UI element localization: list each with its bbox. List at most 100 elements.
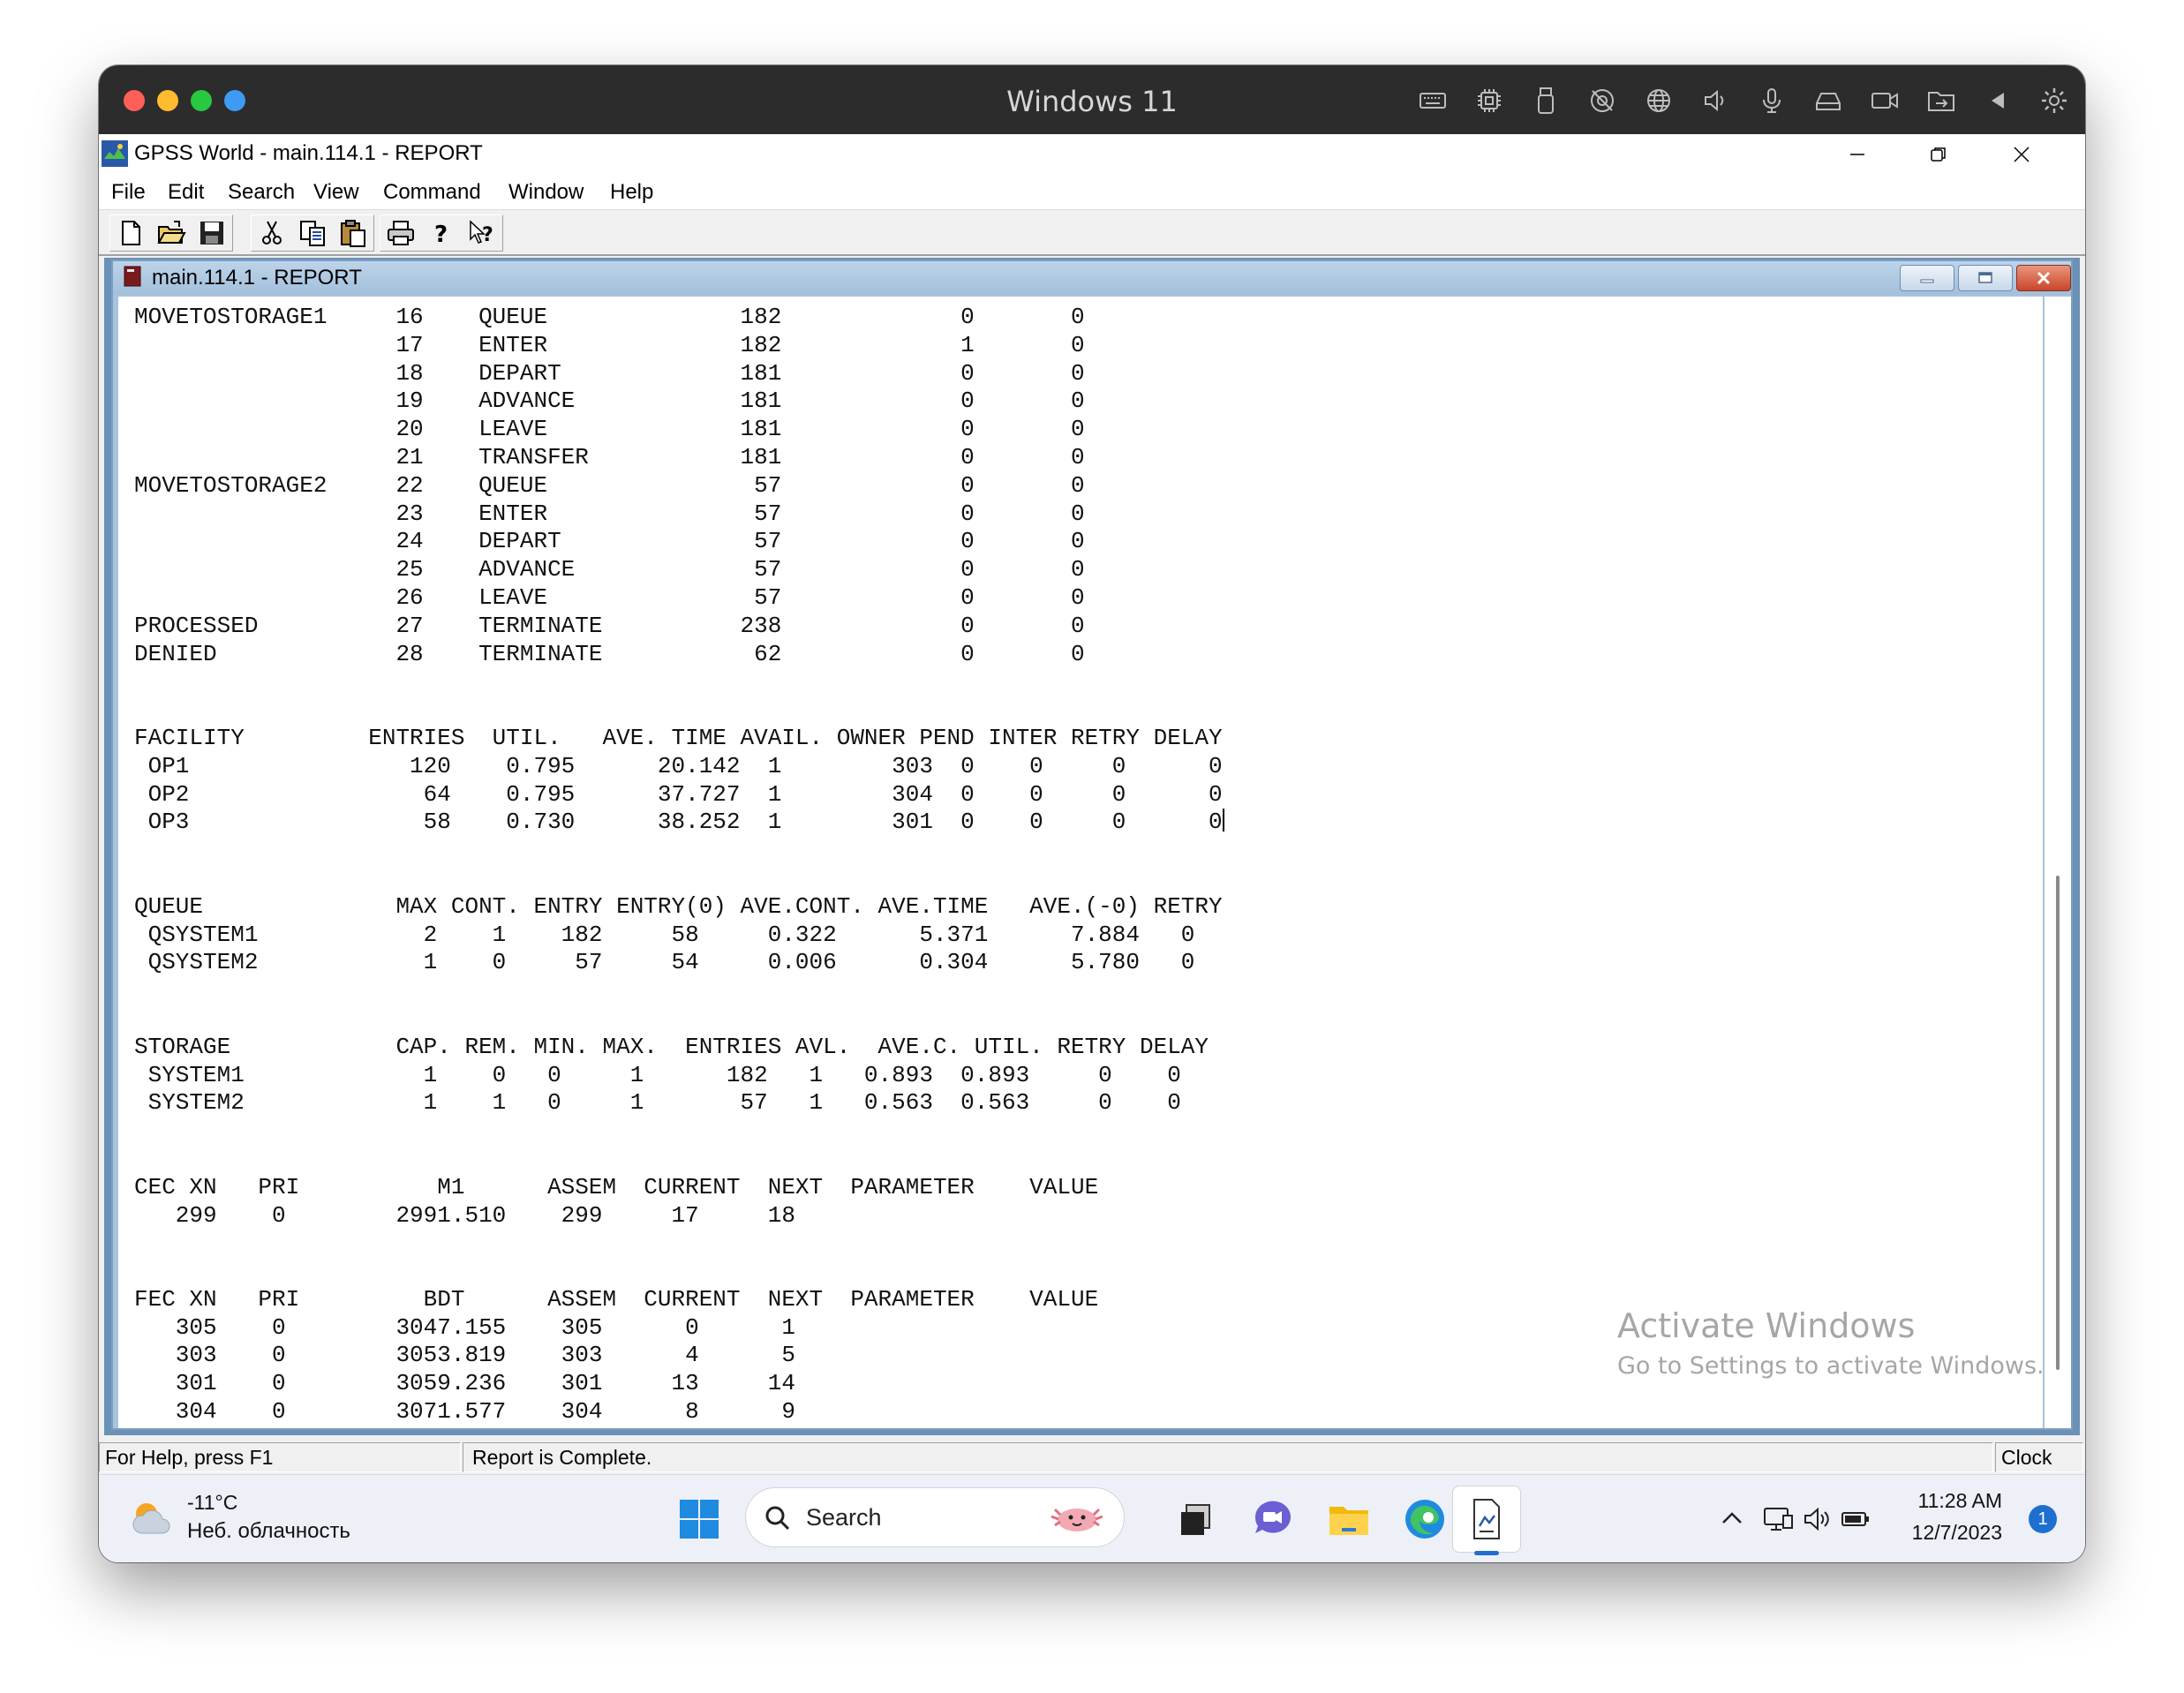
search-icon	[765, 1506, 790, 1531]
menu-window[interactable]: Window	[508, 180, 584, 205]
save-button[interactable]	[192, 215, 232, 251]
task-view-icon	[1181, 1504, 1210, 1535]
edge-browser-button[interactable]	[1400, 1494, 1450, 1544]
cut-button[interactable]	[252, 215, 292, 251]
cut-icon	[262, 221, 282, 245]
minimize-icon	[1920, 279, 1934, 283]
context-help-button[interactable]: ?	[462, 215, 502, 251]
report-text-area[interactable]: MOVETOSTORAGE1 16 QUEUE 182 0 0 17 ENTER…	[118, 297, 2043, 1428]
menu-command[interactable]: Command	[383, 180, 481, 205]
paste-button[interactable]	[333, 215, 373, 251]
teams-chat-icon	[1254, 1501, 1291, 1533]
network-icon[interactable]	[1762, 1503, 1794, 1535]
settings-gear-icon[interactable]	[2039, 86, 2069, 116]
svg-text:?: ?	[434, 222, 448, 248]
taskbar-clock-date[interactable]: 12/7/2023	[1912, 1521, 2002, 1545]
toolbar: ? ?	[99, 210, 2085, 256]
gpss-app-window: GPSS World - main.114.1 - REPORT File Ed…	[99, 134, 2085, 1562]
new-icon	[122, 221, 140, 245]
vm-titlebar: Windows 11	[99, 65, 2085, 134]
volume-icon[interactable]	[1801, 1503, 1833, 1535]
weather-description[interactable]: Неб. облачность	[187, 1519, 350, 1544]
taskbar-clock-time[interactable]: 11:28 AM	[1918, 1489, 2002, 1513]
back-arrow-icon[interactable]	[1983, 86, 2013, 116]
menu-help[interactable]: Help	[610, 180, 653, 205]
mdi-client: main.114.1 - REPORT MOVETOSTORAGE1 16 QU…	[104, 258, 2080, 1435]
help-button[interactable]: ?	[421, 215, 462, 251]
child-minimize-button[interactable]	[1900, 265, 1954, 291]
svg-text:?: ?	[482, 224, 493, 246]
video-icon[interactable]	[1870, 86, 1900, 116]
task-view-button[interactable]	[1172, 1494, 1222, 1544]
minimize-button[interactable]	[1817, 134, 1898, 175]
weather-temperature[interactable]: -11°C	[187, 1491, 237, 1515]
teams-chat-button[interactable]	[1248, 1494, 1298, 1544]
app-title: GPSS World - main.114.1 - REPORT	[134, 141, 483, 165]
taskbar: -11°C Неб. облачность Search 11:28 AM 12…	[99, 1474, 2085, 1562]
microphone-icon[interactable]	[1757, 86, 1787, 116]
cpu-icon[interactable]	[1474, 86, 1504, 116]
scrollbar-thumb[interactable]	[2056, 876, 2060, 1370]
menu-view[interactable]: View	[313, 180, 359, 205]
close-icon	[2014, 147, 2030, 162]
weather-cloudy-icon[interactable]	[129, 1496, 177, 1540]
activation-watermark: Activate Windows Go to Settings to activ…	[1617, 1306, 2045, 1380]
file-explorer-button[interactable]	[1324, 1494, 1374, 1544]
restore-icon	[1931, 147, 1946, 162]
app-titlebar: GPSS World - main.114.1 - REPORT	[99, 134, 2085, 175]
context-help-icon: ?	[470, 220, 493, 246]
taskbar-search-box[interactable]: Search	[745, 1487, 1125, 1547]
battery-icon[interactable]	[1840, 1503, 1871, 1535]
active-app-indicator	[1474, 1551, 1499, 1555]
report-child-titlebar: main.114.1 - REPORT	[113, 261, 2071, 295]
child-close-button[interactable]	[2016, 265, 2071, 291]
report-doc-icon	[124, 266, 141, 287]
new-button[interactable]	[110, 215, 151, 251]
menu-search[interactable]: Search	[228, 180, 295, 205]
speaker-icon[interactable]	[1700, 86, 1730, 116]
copy-button[interactable]	[292, 215, 333, 251]
status-message: Report is Complete.	[463, 1442, 1993, 1472]
watermark-subtitle: Go to Settings to activate Windows.	[1617, 1352, 2045, 1380]
restore-button[interactable]	[1898, 134, 1979, 175]
open-button[interactable]	[151, 215, 192, 251]
folder-share-icon[interactable]	[1926, 86, 1956, 116]
vm-window: Windows 11 GPSS World - main.114.1 - REP…	[99, 65, 2085, 1562]
axolotl-doodle-icon	[1051, 1508, 1103, 1531]
menubar: File Edit Search View Command Window Hel…	[99, 175, 2085, 210]
status-clock: Clock	[1995, 1442, 2083, 1472]
vm-toolbar	[1418, 85, 2069, 117]
text-caret	[1222, 809, 1224, 832]
edge-icon	[1405, 1500, 1444, 1539]
print-button[interactable]	[380, 215, 421, 251]
windows-start-icon[interactable]	[678, 1498, 720, 1540]
child-maximize-button[interactable]	[1958, 265, 2013, 291]
keyboard-icon[interactable]	[1418, 86, 1448, 116]
report-child-title: main.114.1 - REPORT	[152, 266, 362, 290]
open-icon	[157, 221, 186, 244]
save-icon	[200, 222, 223, 245]
minimize-icon	[1850, 154, 1864, 155]
tray-overflow-chevron-icon[interactable]	[1716, 1503, 1748, 1535]
menu-file[interactable]: File	[111, 180, 146, 205]
status-help: For Help, press F1	[99, 1442, 461, 1472]
menu-edit[interactable]: Edit	[168, 180, 204, 205]
copy-icon	[300, 221, 325, 246]
search-placeholder: Search	[806, 1504, 882, 1531]
camera-off-icon[interactable]	[1587, 86, 1617, 116]
print-icon	[388, 221, 414, 245]
report-child-window: main.114.1 - REPORT MOVETOSTORAGE1 16 QU…	[111, 260, 2073, 1430]
disk-icon[interactable]	[1813, 86, 1843, 116]
gpss-app-icon	[102, 140, 128, 167]
vertical-scrollbar[interactable]	[2045, 297, 2071, 1428]
toolbar-file-group	[109, 214, 233, 252]
notification-badge[interactable]: 1	[2029, 1505, 2057, 1533]
help-icon: ?	[434, 222, 448, 248]
globe-icon[interactable]	[1644, 86, 1674, 116]
usb-icon[interactable]	[1531, 86, 1561, 116]
close-button[interactable]	[1981, 134, 2062, 175]
file-explorer-icon	[1329, 1507, 1368, 1535]
statusbar: For Help, press F1 Report is Complete. C…	[99, 1439, 2085, 1474]
maximize-icon	[1978, 272, 1992, 283]
toolbar-help-group: ? ?	[380, 214, 503, 252]
